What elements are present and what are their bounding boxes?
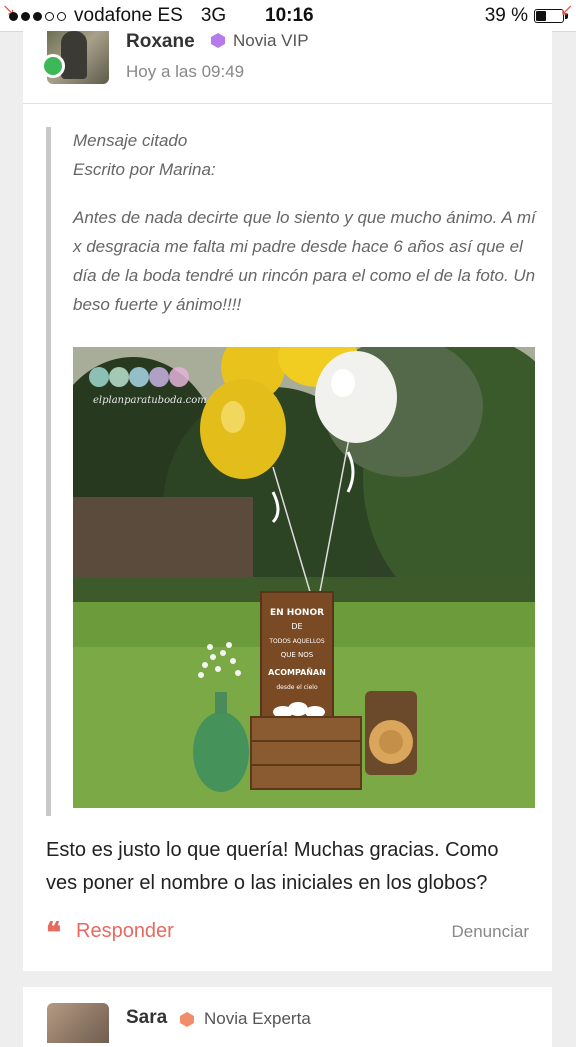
status-bar: ↘ vodafone ES 3G 10:16 39 % ↙ (0, 0, 576, 32)
author-role: Novia VIP (233, 31, 309, 50)
corner-mark-icon: ↙ (560, 2, 574, 19)
svg-text:EN HONOR: EN HONOR (270, 608, 324, 618)
quoted-message: Mensaje citado Escrito por Marina: Antes… (46, 127, 536, 816)
svg-text:DE: DE (291, 622, 302, 631)
photo-watermark: elplanparatuboda.com (93, 395, 207, 406)
avatar[interactable] (47, 1003, 109, 1043)
quoted-photo[interactable]: elplanparatuboda.com EN HONOR DE TODOS A… (73, 347, 535, 808)
forum-post: Roxane Novia VIP Hoy a las 09:49 Mensaje… (23, 31, 552, 971)
quote-icon[interactable]: ❝ (46, 916, 61, 949)
post-timestamp: Hoy a las 09:49 (126, 62, 245, 81)
network-type: 3G (200, 5, 227, 26)
signal-strength-icon (9, 11, 66, 21)
quote-author: Escrito por Marina: (73, 160, 216, 179)
respond-button[interactable]: Responder (76, 920, 174, 943)
post-author[interactable]: Sara (126, 1007, 167, 1029)
carrier-name: vodafone ES (74, 5, 183, 26)
svg-text:TODOS AQUELLOS: TODOS AQUELLOS (268, 638, 325, 645)
svg-text:QUE NOS: QUE NOS (281, 651, 314, 659)
battery-percent: 39 % (484, 5, 528, 26)
post-author[interactable]: Roxane (126, 31, 195, 53)
forum-post-next: Sara Novia Experta (23, 987, 552, 1047)
post-body: Esto es justo lo que quería! Muchas grac… (46, 839, 499, 894)
online-status-icon (41, 54, 65, 78)
hexagon-badge-icon (211, 33, 225, 48)
author-role: Novia Experta (204, 1009, 311, 1028)
divider (23, 103, 552, 104)
quote-title: Mensaje citado (73, 131, 188, 150)
quote-text: Antes de nada decirte que lo siento y qu… (73, 208, 536, 314)
svg-text:ACOMPAÑAN: ACOMPAÑAN (268, 667, 326, 677)
post-actions: ❝ Responder Denunciar (46, 916, 530, 949)
clock: 10:16 (265, 5, 314, 26)
svg-text:desde el cielo: desde el cielo (276, 684, 318, 691)
report-button[interactable]: Denunciar (452, 922, 530, 942)
hexagon-badge-icon (180, 1012, 194, 1027)
